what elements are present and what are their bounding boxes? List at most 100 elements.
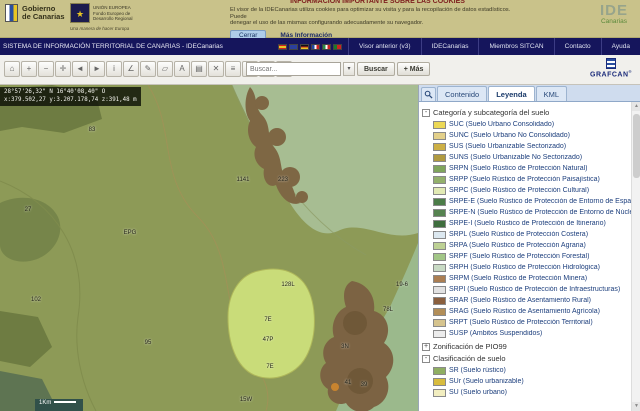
expand-icon[interactable]: + (422, 343, 430, 351)
menu-item[interactable]: Visor anterior (v3) (348, 38, 421, 55)
zoom-in-icon: + (22, 62, 36, 76)
print-button[interactable]: ▤ (191, 61, 207, 77)
panel-scrollbar[interactable]: ▲ ▼ (631, 102, 640, 411)
cookie-banner: Gobierno de Canarias ★ UNIÓN EUROPEA Fon… (0, 0, 640, 38)
legend-item-label: SUr (Suelo urbanizable) (449, 378, 524, 385)
language-flag-pt[interactable] (333, 44, 342, 50)
search-dropdown-button[interactable]: ▾ (343, 62, 355, 76)
menu-item[interactable]: Ayuda (601, 38, 640, 55)
legend-item-label: SRPE-E (Suelo Rústico de Protección de E… (449, 198, 631, 205)
tab-leyenda[interactable]: Leyenda (488, 86, 534, 101)
legend-item: SRPE-E (Suelo Rústico de Protección de E… (422, 196, 631, 207)
scroll-down-icon[interactable]: ▼ (632, 402, 640, 411)
panel-search-tab[interactable] (421, 87, 436, 101)
language-flag-de[interactable] (300, 44, 309, 50)
system-title: SISTEMA DE INFORMACIÓN TERRITORIAL DE CA… (0, 43, 272, 50)
map-parcel-label: 47P (263, 337, 274, 343)
legend-swatch (433, 264, 446, 272)
gobierno-canarias-logo[interactable]: Gobierno de Canarias (5, 4, 65, 22)
map-parcel-label: 1141 (237, 177, 250, 183)
map-parcel-label: 128L (281, 282, 294, 288)
legend-item: SUr (Suelo urbanizable) (422, 376, 631, 387)
previous-extent-button[interactable]: ◄ (72, 61, 88, 77)
map-parcel-label: 15W (240, 397, 252, 403)
map-parcel-label: 27 (25, 207, 32, 213)
print-icon: ▤ (192, 62, 206, 76)
ide-logo-text: IDE (600, 4, 628, 18)
scrollbar-thumb[interactable] (633, 114, 640, 178)
legend-item: SRPI (Suelo Rústico de Protección de Inf… (422, 284, 631, 295)
legend-group-header[interactable]: +Zonificación de PIO99 (422, 342, 631, 351)
pan-button[interactable]: ✛ (55, 61, 71, 77)
ide-canarias-logo[interactable]: IDE Canarias (600, 4, 628, 25)
next-extent-icon: ► (90, 62, 104, 76)
legend-item-label: SRPC (Suelo Rústico de Protección Cultur… (449, 187, 589, 194)
legend-swatch (433, 143, 446, 151)
legend-item-label: SUSP (Ámbitos Suspendidos) (449, 330, 542, 337)
zoom-out-icon: − (39, 62, 53, 76)
tab-contenido[interactable]: Contenido (437, 86, 487, 101)
cookie-message: INFORMACIÓN IMPORTANTE SOBRE LAS COOKIES… (230, 0, 525, 41)
measure-distance-button[interactable]: ∠ (123, 61, 139, 77)
layers-icon: ≡ (226, 62, 240, 76)
menu-item[interactable]: Contacto (554, 38, 601, 55)
language-flag-fr[interactable] (311, 44, 320, 50)
next-extent-button[interactable]: ► (89, 61, 105, 77)
legend-swatch (433, 132, 446, 140)
map-parcel-label: 7E (264, 317, 271, 323)
language-flag-en[interactable] (289, 44, 298, 50)
legend-item: SR (Suelo rústico) (422, 365, 631, 376)
legend-item-label: SUS (Suelo Urbanizable Sectorizado) (449, 143, 566, 150)
map-canvas[interactable]: 8327EPG102951141223128L7E47P7E15W19-678L… (0, 85, 418, 411)
eu-tagline: Una manera de hacer Europa (70, 26, 129, 31)
language-flag-es[interactable] (278, 44, 287, 50)
zoom-in-button[interactable]: + (21, 61, 37, 77)
map-parcel-label: 7E (266, 364, 273, 370)
search-icon (424, 90, 433, 99)
home-icon: ⌂ (5, 62, 19, 76)
panel-tabs: ContenidoLeyendaKML (419, 85, 640, 102)
draw-polygon-button[interactable]: ▱ (157, 61, 173, 77)
menu-item[interactable]: IDECanarias (421, 38, 479, 55)
legend-swatch (433, 220, 446, 228)
side-panel: ContenidoLeyendaKML -Categoría y subcate… (418, 85, 640, 411)
collapse-icon[interactable]: - (422, 355, 430, 363)
legend-group-header[interactable]: -Categoría y subcategoría del suelo (422, 108, 631, 117)
legend-item: SRPE-I (Suelo Rústico de Protección de I… (422, 218, 631, 229)
grafcan-logo[interactable]: GRAFCAN® (590, 58, 632, 78)
zoom-out-button[interactable]: − (38, 61, 54, 77)
tab-kml[interactable]: KML (536, 86, 567, 101)
map-parcel-label: 41 (345, 380, 352, 386)
scroll-up-icon[interactable]: ▲ (632, 102, 640, 111)
add-text-button[interactable]: A (174, 61, 190, 77)
erase-button[interactable]: ✕ (208, 61, 224, 77)
map-parcel-label: 39 (361, 382, 368, 388)
legend-swatch (433, 330, 446, 338)
legend-item-label: SRPF (Suelo Rústico de Protección Forest… (449, 253, 589, 260)
grafcan-shield-icon (606, 58, 616, 69)
legend-item-label: SRPM (Suelo Rústico de Protección Minera… (449, 275, 587, 282)
home-button[interactable]: ⌂ (4, 61, 20, 77)
more-search-button[interactable]: + Más (397, 62, 431, 76)
legend-item: SRPC (Suelo Rústico de Protección Cultur… (422, 185, 631, 196)
layers-button[interactable]: ≡ (225, 61, 241, 77)
legend-swatch (433, 319, 446, 327)
legend-swatch (433, 308, 446, 316)
legend-item: SRPP (Suelo Rústico de Protección Paisaj… (422, 174, 631, 185)
legend-group-header[interactable]: -Clasificación de suelo (422, 354, 631, 363)
language-flag-it[interactable] (322, 44, 331, 50)
add-text-icon: A (175, 62, 189, 76)
map-parcel-label: 3N (341, 344, 349, 350)
scale-bar (54, 401, 76, 403)
canary-flag-icon (5, 4, 18, 22)
eu-flag-icon: ★ (70, 3, 90, 23)
draw-line-button[interactable]: ✎ (140, 61, 156, 77)
search-input[interactable] (246, 62, 341, 76)
legend-item-label: SRPT (Suelo Rústico de Protección Territ… (449, 319, 593, 326)
collapse-icon[interactable]: - (422, 109, 430, 117)
identify-button[interactable]: i (106, 61, 122, 77)
legend-item: SRPM (Suelo Rústico de Protección Minera… (422, 273, 631, 284)
map-labels: 8327EPG102951141223128L7E47P7E15W19-678L… (0, 85, 418, 411)
menu-item[interactable]: Miembros SITCAN (478, 38, 553, 55)
search-button[interactable]: Buscar (357, 62, 395, 76)
